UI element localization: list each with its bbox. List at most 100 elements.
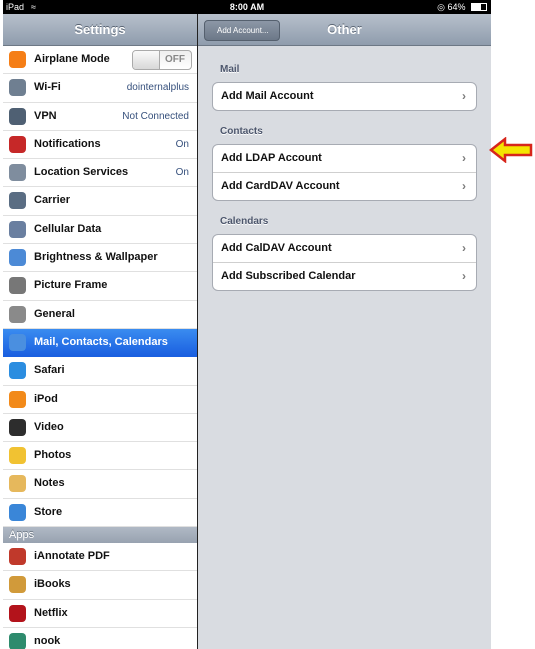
sidebar-item-store[interactable]: Store [3, 498, 197, 528]
arrow-left-icon [489, 137, 533, 163]
group-header-mail: Mail [220, 64, 240, 75]
sidebar-item-label: Picture Frame [34, 279, 108, 292]
sidebar-item-label: Photos [34, 449, 72, 462]
group-mail: Add Mail Account › [212, 82, 477, 111]
carrier-icon [9, 192, 26, 210]
safari-icon [9, 362, 26, 380]
sidebar-item-label: Cellular Data [34, 222, 102, 235]
sidebar-item-notifications[interactable]: Notifications On [3, 130, 197, 160]
sidebar-item-ipod[interactable]: iPod [3, 385, 197, 414]
picture-frame-icon [9, 277, 26, 295]
sidebar-item-netflix[interactable]: Netflix [3, 599, 197, 628]
sidebar-item-photos[interactable]: Photos [3, 442, 197, 471]
battery-percent: 64% [447, 2, 466, 12]
airplane-icon [9, 51, 26, 68]
cell-label: Add CalDAV Account [221, 242, 332, 254]
sidebar-item-picture-frame[interactable]: Picture Frame [3, 272, 197, 301]
sidebar-item-location-services[interactable]: Location Services On [3, 159, 197, 188]
cell-label: Add Mail Account [221, 90, 314, 102]
sidebar-item-label: nook [34, 634, 61, 647]
sidebar-item-label: Safari [34, 364, 65, 377]
sidebar-navbar: Settings [3, 14, 197, 46]
sidebar-item-iannotate-pdf[interactable]: iAnnotate PDF [3, 543, 197, 572]
cell-add-ldap-account[interactable]: Add LDAP Account › [213, 145, 476, 173]
sidebar-item-wi-fi[interactable]: Wi-Fi dointernalplus [3, 74, 197, 103]
cell-add-caldav-account[interactable]: Add CalDAV Account › [213, 235, 476, 263]
sidebar-item-notes[interactable]: Notes [3, 470, 197, 499]
clock: 8:00 AM [229, 2, 265, 12]
nook-icon [9, 632, 26, 649]
chevron-right-icon: › [462, 179, 466, 193]
sidebar-item-label: Notifications [34, 137, 101, 150]
group-header-contacts: Contacts [220, 126, 263, 137]
chevron-right-icon: › [462, 151, 466, 165]
cell-label: Add Subscribed Calendar [221, 270, 356, 282]
sidebar-item-value: dointernalplus [126, 82, 189, 94]
group-calendars: Add CalDAV Account › Add Subscribed Calend… [212, 234, 477, 291]
sidebar-item-label: Mail, Contacts, Calendars [34, 335, 168, 348]
detail-pane: Other Add Account... Mail Add Mail Accoun… [198, 14, 491, 649]
notes-icon [9, 475, 26, 493]
sidebar-item-safari[interactable]: Safari [3, 357, 197, 386]
cell-label: Add CardDAV Account [221, 180, 340, 192]
sidebar-item-label: iBooks [34, 578, 71, 591]
ipad-screen: iPad ≈ 8:00 AM ◎ 64% Settings Airplane M… [3, 0, 491, 649]
cell-add-subscribed-calendar[interactable]: Add Subscribed Calendar › [213, 263, 476, 290]
sidebar-item-value: On [175, 167, 189, 179]
battery-icon [471, 3, 487, 11]
battery-indicator: ◎ 64% [437, 0, 487, 14]
netflix-icon [9, 604, 26, 622]
sidebar-item-video[interactable]: Video [3, 413, 197, 443]
sidebar-item-carrier[interactable]: Carrier [3, 187, 197, 216]
airplane-mode-toggle[interactable]: OFF [132, 50, 192, 70]
detail-navbar: Other Add Account... [198, 14, 491, 46]
sidebar-item-cellular-data[interactable]: Cellular Data [3, 215, 197, 245]
sidebar-item-label: Video [34, 420, 64, 433]
iannotate-icon [9, 548, 26, 566]
sidebar-item-label: General [34, 307, 75, 320]
sidebar-item-label: iPod [34, 392, 58, 405]
chevron-right-icon: › [462, 269, 466, 283]
chevron-right-icon: › [462, 89, 466, 103]
video-icon [9, 418, 26, 436]
back-button[interactable]: Add Account... [204, 20, 280, 41]
settings-sidebar: Settings Airplane Mode OFF Wi-Fi dointernal… [3, 14, 198, 649]
group-header-calendars: Calendars [220, 216, 269, 227]
sidebar-item-airplane-mode[interactable]: Airplane Mode OFF [3, 46, 197, 75]
location-icon [9, 164, 26, 182]
vpn-icon [9, 107, 26, 125]
wifi-icon [9, 79, 26, 97]
sidebar-item-label: Carrier [34, 194, 71, 207]
sidebar-item-label: Notes [34, 477, 65, 490]
sidebar-item-value: Not Connected [122, 110, 189, 122]
cell-add-carddav-account[interactable]: Add CardDAV Account › [213, 173, 476, 200]
gear-icon [9, 305, 26, 323]
ipod-icon [9, 390, 26, 408]
sidebar-item-label: VPN [34, 109, 57, 122]
sidebar-item-vpn[interactable]: VPN Not Connected [3, 102, 197, 131]
rotation-lock-icon: ◎ [437, 2, 445, 12]
mail-icon [9, 333, 26, 351]
sidebar-item-ibooks[interactable]: iBooks [3, 571, 197, 600]
sidebar-item-label: Brightness & Wallpaper [34, 251, 158, 264]
sidebar-item-label: Location Services [34, 166, 129, 179]
sidebar-item-label: Airplane Mode [34, 53, 110, 65]
sidebar-item-value: On [175, 138, 189, 150]
photos-icon [9, 447, 26, 465]
brightness-icon [9, 249, 26, 267]
apps-section-header: Apps [3, 527, 197, 544]
sidebar-item-brightness-wallpaper[interactable]: Brightness & Wallpaper [3, 244, 197, 273]
chevron-right-icon: › [462, 241, 466, 255]
group-contacts: Add LDAP Account › Add CardDAV Account › [212, 144, 477, 201]
sidebar-item-general[interactable]: General [3, 300, 197, 329]
store-icon [9, 503, 26, 521]
sidebar-item-mail-contacts-calendars[interactable]: Mail, Contacts, Calendars [3, 328, 197, 358]
sidebar-item-nook[interactable]: nook [3, 627, 197, 649]
cell-add-mail-account[interactable]: Add Mail Account › [213, 83, 476, 110]
sidebar-item-label: Netflix [34, 606, 68, 619]
toggle-state: OFF [165, 54, 185, 65]
status-bar: iPad ≈ 8:00 AM ◎ 64% [3, 0, 491, 14]
ibooks-icon [9, 576, 26, 594]
sidebar-title: Settings [74, 22, 126, 37]
cell-label: Add LDAP Account [221, 152, 322, 164]
